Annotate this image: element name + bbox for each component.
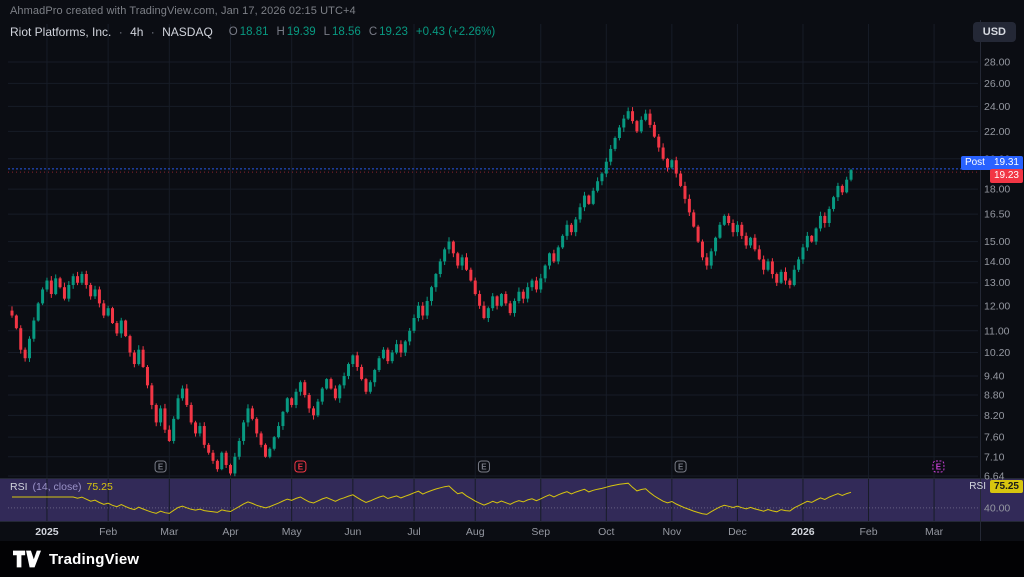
legend-separator: · <box>151 25 155 39</box>
price-tick-label: 12.00 <box>984 300 1010 312</box>
svg-text:E: E <box>298 463 304 472</box>
high-label: H <box>277 26 285 38</box>
price-tick-label: 11.00 <box>984 325 1010 337</box>
low-label: L <box>324 26 330 38</box>
close-value: 19.23 <box>379 26 408 38</box>
rsi-pane-background <box>0 479 1024 521</box>
open-label: O <box>229 26 238 38</box>
grid-lines <box>8 24 978 521</box>
time-tick-label: Feb <box>99 526 117 538</box>
time-tick-label: Mar <box>160 526 179 538</box>
svg-text:E: E <box>481 463 487 472</box>
tradingview-branding[interactable]: TradingView <box>0 541 139 577</box>
legend-separator: · <box>119 25 123 39</box>
time-tick-label: Mar <box>925 526 944 538</box>
time-tick-label: Feb <box>859 526 877 538</box>
price-tick-label: 28.00 <box>984 57 1010 69</box>
rsi-value-badge: 75.25 <box>990 480 1023 493</box>
open-value: 18.81 <box>240 26 269 38</box>
earnings-marker[interactable]: E <box>675 461 686 472</box>
earnings-marker[interactable]: E <box>295 461 306 472</box>
chart-canvas[interactable]: EEEEE28.0026.0024.0022.0020.0018.0016.50… <box>0 0 1024 577</box>
currency-toggle-button[interactable]: USD <box>973 22 1016 42</box>
post-label: Post <box>965 157 985 169</box>
time-tick-label: Sep <box>531 526 550 538</box>
rsi-current-value: 75.25 <box>87 481 113 493</box>
symbol-name: Riot Platforms, Inc. <box>10 25 111 39</box>
price-tick-label: 8.80 <box>984 389 1005 401</box>
svg-text:E: E <box>936 463 942 472</box>
close-label: C <box>369 26 377 38</box>
rsi-axis-name: RSI <box>969 481 986 492</box>
price-tick-label: 13.00 <box>984 277 1010 289</box>
svg-text:E: E <box>678 463 684 472</box>
post-price: 19.31 <box>994 157 1019 169</box>
price-tick-label: 16.50 <box>984 209 1010 221</box>
time-tick-label: 2026 <box>791 526 815 538</box>
low-value: 18.56 <box>332 26 361 38</box>
price-tick-label: 10.20 <box>984 347 1010 359</box>
attribution-text: AhmadPro created with TradingView.com, J… <box>10 5 356 17</box>
price-tick-label: 7.60 <box>984 432 1005 444</box>
bottom-toolbar: TradingView <box>0 541 1024 577</box>
post-market-price-label: Post 19.31 <box>961 156 1023 170</box>
price-tick-label: 14.00 <box>984 256 1010 268</box>
time-tick-label: Apr <box>222 526 239 538</box>
price-tick-label: 18.00 <box>984 184 1010 196</box>
price-tick-label: 26.00 <box>984 78 1010 90</box>
price-scale[interactable]: 28.0026.0024.0022.0020.0018.0016.5015.00… <box>984 57 1010 515</box>
price-tick-label: 24.00 <box>984 101 1010 113</box>
earnings-marker[interactable]: E <box>155 461 166 472</box>
time-tick-label: Jun <box>344 526 361 538</box>
price-tick-label: 15.00 <box>984 236 1010 248</box>
chart-interval: 4h <box>130 25 143 39</box>
rsi-params: (14, close) <box>33 481 82 493</box>
time-scale[interactable]: 2025 Feb Mar Apr May Jun Jul Aug Sep Oct Nov Dec 202… <box>35 526 943 538</box>
rsi-level-label: 40.00 <box>984 502 1010 514</box>
tradingview-wordmark[interactable]: TradingView <box>49 551 139 568</box>
time-tick-label: Aug <box>466 526 485 538</box>
earnings-marker[interactable]: E <box>478 461 489 472</box>
pane-separators <box>0 20 1024 541</box>
time-tick-label: Nov <box>663 526 682 538</box>
tradingview-logo-icon[interactable] <box>13 549 41 569</box>
price-tick-label: 8.20 <box>984 410 1005 422</box>
svg-text:E: E <box>158 463 164 472</box>
exchange-name: NASDAQ <box>162 25 213 39</box>
last-price: 19.23 <box>994 170 1019 181</box>
earnings-marker[interactable]: E <box>933 461 944 472</box>
price-tick-label: 22.00 <box>984 126 1010 138</box>
time-tick-label: Oct <box>598 526 614 538</box>
change-value: +0.43 (+2.26%) <box>416 26 495 38</box>
time-tick-label: Dec <box>728 526 747 538</box>
symbol-title[interactable]: Riot Platforms, Inc. · 4h · NASDAQ <box>10 25 213 39</box>
rsi-title: RSI <box>10 481 28 493</box>
high-value: 19.39 <box>287 26 316 38</box>
time-tick-label: 2025 <box>35 526 59 538</box>
ohlc-values: O18.81 H19.39 L18.56 C19.23 +0.43 (+2.26… <box>223 26 495 38</box>
last-price-label: 19.23 <box>990 169 1023 183</box>
time-tick-label: May <box>282 526 303 538</box>
price-tick-label: 9.40 <box>984 371 1005 383</box>
rsi-axis-labels: RSI 75.25 <box>969 480 1023 493</box>
rsi-indicator-legend[interactable]: RSI (14, close) 75.25 <box>10 481 113 493</box>
symbol-legend: Riot Platforms, Inc. · 4h · NASDAQ O18.8… <box>10 25 495 39</box>
candlestick-series <box>11 107 853 476</box>
tradingview-chart-window: EEEEE28.0026.0024.0022.0020.0018.0016.50… <box>0 0 1024 577</box>
price-tick-label: 7.10 <box>984 451 1005 463</box>
time-tick-label: Jul <box>407 526 420 538</box>
